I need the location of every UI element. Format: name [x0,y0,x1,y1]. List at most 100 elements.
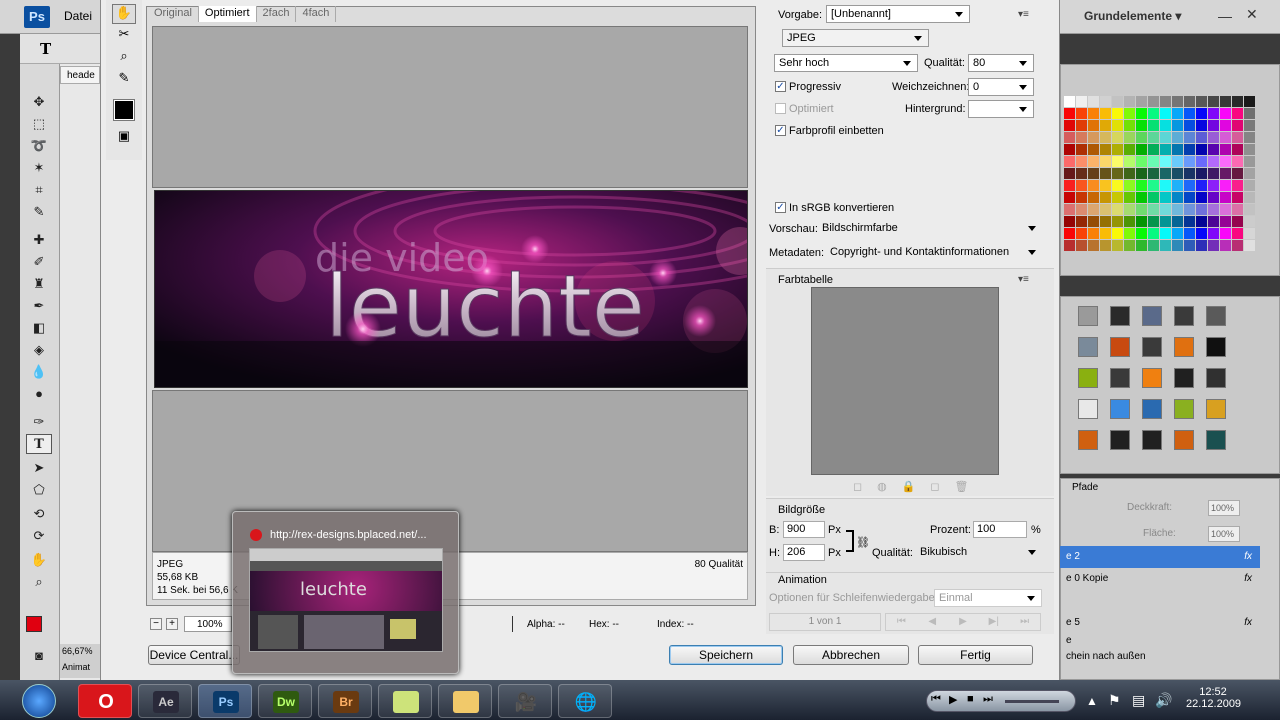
color-swatch[interactable] [1076,180,1087,191]
layer-row[interactable]: e 0 Kopie fx [1060,568,1260,590]
color-swatch[interactable] [1088,144,1099,155]
document-tab[interactable]: heade [60,66,100,84]
healing-brush-icon[interactable]: ✚ [26,230,52,250]
color-swatch[interactable] [1136,204,1147,215]
color-swatch[interactable] [1244,240,1255,251]
eyedropper-icon[interactable]: ✎ [26,202,52,222]
color-swatch[interactable] [1148,156,1159,167]
color-swatch[interactable] [1220,120,1231,131]
vorgabe-select[interactable]: [Unbenannt] [826,5,970,23]
tab-optimiert[interactable]: Optimiert [198,6,257,22]
color-swatch[interactable] [1160,156,1171,167]
color-swatch[interactable] [1208,144,1219,155]
color-swatch[interactable] [1244,96,1255,107]
foreground-color-swatch[interactable] [26,616,42,632]
color-swatch[interactable] [1196,96,1207,107]
speaker-icon[interactable]: 🔊 [1155,692,1172,709]
color-swatch[interactable] [1232,144,1243,155]
color-swatch[interactable] [1184,228,1195,239]
fill-field[interactable]: 100% [1208,526,1240,542]
color-swatch[interactable] [1136,144,1147,155]
color-swatch[interactable] [1220,168,1231,179]
style-preset[interactable] [1136,393,1168,424]
color-swatch[interactable] [1100,156,1111,167]
color-swatch[interactable] [1076,120,1087,131]
color-swatch[interactable] [1232,228,1243,239]
next-icon[interactable]: ⏭ [983,693,993,706]
color-swatch[interactable] [1220,216,1231,227]
zoom-in-button[interactable]: + [166,618,178,630]
color-swatch[interactable] [1160,132,1171,143]
color-swatch[interactable] [1184,120,1195,131]
type-tool-icon[interactable]: T [26,434,52,454]
color-swatch[interactable] [1100,144,1111,155]
brush-tool-icon[interactable]: ✐ [26,252,52,272]
first-frame-icon[interactable]: ⏮ [886,614,917,630]
taskbar-thumbnail-preview[interactable]: http://rex-designs.bplaced.net/... leuch… [232,511,459,674]
color-swatch[interactable] [1220,204,1231,215]
layer-row-selected[interactable]: e 2 fx [1060,546,1260,568]
color-swatch[interactable] [1088,156,1099,167]
vorschau-select[interactable]: Bildschirmfarbe [818,220,1042,238]
color-swatch[interactable] [1184,168,1195,179]
color-swatch[interactable] [1196,132,1207,143]
color-swatch[interactable] [1136,96,1147,107]
style-preset[interactable] [1136,424,1168,455]
prozent-field[interactable]: 100 [973,521,1027,538]
color-swatch[interactable] [1196,156,1207,167]
color-swatch[interactable] [1124,144,1135,155]
paths-tab[interactable]: Pfade [1072,482,1098,493]
color-swatch[interactable] [1124,132,1135,143]
color-swatch[interactable] [1160,240,1171,251]
color-swatch[interactable] [1124,216,1135,227]
layer-effect-row[interactable]: chein nach außen [1060,646,1260,668]
format-select[interactable]: JPEG [782,29,929,47]
color-swatch[interactable] [1172,180,1183,191]
color-swatch[interactable] [1244,216,1255,227]
color-swatch[interactable] [1148,108,1159,119]
marquee-tool-icon[interactable]: ⬚ [26,114,52,134]
color-swatch[interactable] [1148,144,1159,155]
color-swatch[interactable] [1244,144,1255,155]
color-swatch[interactable] [1208,156,1219,167]
cancel-button[interactable]: Abbrechen [793,645,909,665]
color-swatch[interactable] [1244,120,1255,131]
dodge-tool-icon[interactable]: ● [26,384,52,404]
minimize-icon[interactable]: — [1218,8,1232,24]
color-swatch[interactable] [1208,204,1219,215]
color-swatch[interactable] [1064,204,1075,215]
color-swatch[interactable] [1136,168,1147,179]
width-field[interactable]: 900 [783,521,825,538]
color-swatch[interactable] [1232,132,1243,143]
menu-datei[interactable]: Datei [64,9,92,23]
pen-tool-icon[interactable]: ✑ [26,412,52,432]
color-swatch[interactable] [1184,108,1195,119]
tab-2fach[interactable]: 2fach [257,6,297,22]
color-swatch[interactable] [1160,144,1171,155]
color-swatch[interactable] [1244,156,1255,167]
style-preset[interactable] [1200,362,1232,393]
color-swatch[interactable] [1232,96,1243,107]
color-swatch[interactable] [1196,240,1207,251]
color-swatch[interactable] [1064,168,1075,179]
color-swatch[interactable] [1088,108,1099,119]
color-swatch[interactable] [1112,240,1123,251]
lasso-tool-icon[interactable]: ➰ [26,136,52,156]
save-button[interactable]: Speichern [669,645,783,665]
color-swatch[interactable] [1100,216,1111,227]
color-swatch[interactable] [1160,168,1171,179]
start-button[interactable] [22,684,56,718]
close-icon[interactable]: ✕ [1246,6,1258,23]
color-table-menu-icon[interactable]: ▾≡ [1018,274,1029,285]
color-swatch[interactable] [1088,192,1099,203]
color-swatch[interactable] [1124,168,1135,179]
eraser-tool-icon[interactable]: ◧ [26,318,52,338]
color-swatch[interactable] [1160,216,1171,227]
color-swatch[interactable] [1208,216,1219,227]
color-swatch[interactable] [1076,228,1087,239]
taskbar-explorer[interactable] [438,684,492,718]
color-swatch[interactable] [1160,96,1171,107]
color-swatch[interactable] [1076,132,1087,143]
play-icon[interactable]: ▶ [948,614,979,630]
style-preset[interactable] [1072,393,1104,424]
